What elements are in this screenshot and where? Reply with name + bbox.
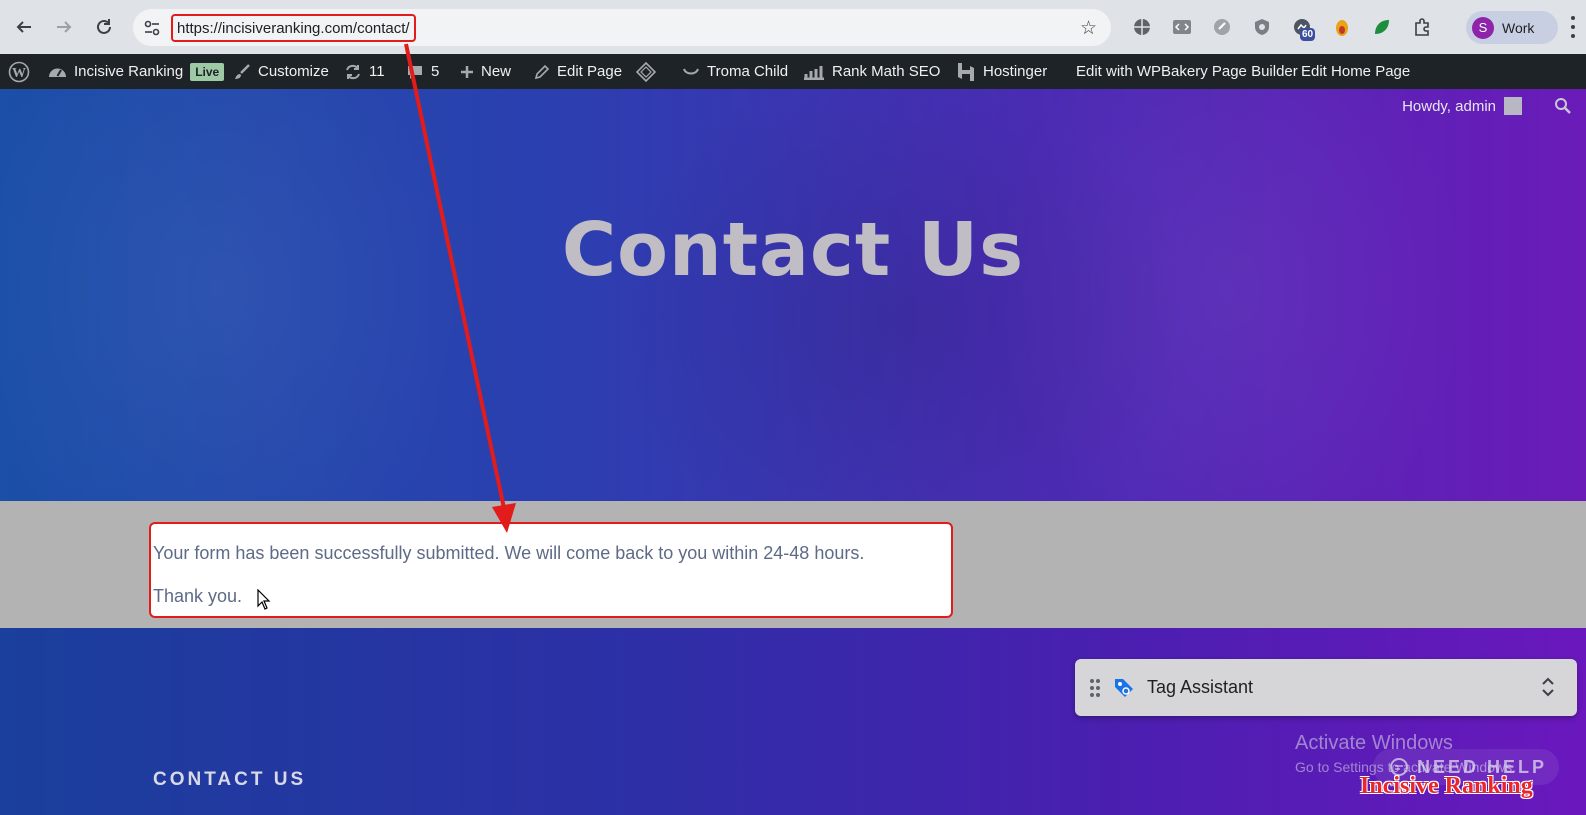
message-section: Your form has been successfully submitte…	[0, 501, 1586, 628]
profile-button[interactable]: S Work	[1466, 11, 1558, 44]
hostinger-label: Hostinger	[983, 63, 1048, 80]
expand-collapse-icon[interactable]	[1541, 677, 1555, 702]
url-text[interactable]: https://incisiveranking.com/contact/	[171, 14, 416, 42]
brush-icon	[235, 63, 250, 79]
live-badge: Live	[190, 62, 225, 81]
success-message-line: Your form has been successfully submitte…	[153, 543, 865, 563]
wp-admin-bar: W Incisive Ranking Live Customize 11 5 N…	[0, 54, 1586, 89]
profile-label: Work	[1502, 19, 1535, 36]
thank-you-line: Thank you.	[153, 586, 243, 606]
site-name: Incisive Ranking	[74, 63, 184, 80]
extension-shield-icon[interactable]	[1251, 16, 1273, 38]
extensions-puzzle-icon[interactable]	[1411, 16, 1433, 38]
extension-link-icon[interactable]	[1211, 16, 1233, 38]
wordpress-logo-icon[interactable]: W	[8, 54, 30, 89]
pencil-icon	[534, 64, 550, 79]
diamond-icon[interactable]	[636, 54, 656, 89]
site-name-link[interactable]: Incisive Ranking Live	[48, 54, 225, 89]
extension-flame-icon[interactable]	[1331, 16, 1353, 38]
browser-menu-icon[interactable]	[1568, 16, 1578, 38]
updates-link[interactable]: 11	[344, 54, 385, 89]
plus-icon	[461, 65, 473, 78]
customize-label: Customize	[258, 63, 329, 80]
reload-button[interactable]	[90, 13, 118, 41]
user-avatar	[1504, 97, 1522, 115]
back-button[interactable]	[10, 13, 38, 41]
address-bar[interactable]: https://incisiveranking.com/contact/ ☆	[133, 9, 1111, 46]
edit-home-link[interactable]: Edit Home Page	[1301, 54, 1410, 89]
updates-count: 11	[369, 63, 385, 80]
page-title: Contact Us	[561, 207, 1025, 293]
watermark-logo: Incisive Ranking	[1360, 773, 1533, 799]
comment-bubble-icon	[408, 65, 422, 79]
comments-count: 5	[431, 63, 440, 80]
rank-math-label: Rank Math SEO	[832, 63, 941, 80]
theme-link[interactable]: Troma Child	[682, 54, 788, 89]
search-icon[interactable]	[1554, 97, 1572, 120]
howdy-text: Howdy, admin	[1402, 97, 1496, 115]
smile-icon	[683, 68, 699, 74]
tag-assistant-label: Tag Assistant	[1147, 677, 1254, 697]
wpbakery-label: Edit with WPBakery Page Builder	[1076, 63, 1298, 80]
theme-label: Troma Child	[707, 63, 789, 80]
profile-avatar: S	[1472, 16, 1494, 39]
hero-background-image	[0, 89, 1586, 501]
back-arrow-icon	[16, 21, 31, 33]
forward-arrow-icon	[57, 21, 72, 33]
edit-page-link[interactable]: Edit Page	[534, 54, 622, 89]
browser-toolbar: https://incisiveranking.com/contact/ ☆ 6…	[0, 0, 1586, 54]
hostinger-link[interactable]: Hostinger	[956, 54, 1047, 89]
new-label: New	[481, 63, 512, 80]
extension-leaf-icon[interactable]	[1371, 16, 1393, 38]
bookmark-star-icon[interactable]: ☆	[1080, 17, 1097, 40]
hostinger-icon	[958, 62, 974, 81]
dashboard-gauge-icon	[49, 68, 66, 77]
extension-badge: 60	[1300, 28, 1316, 41]
footer-contact-heading: CONTACT US	[153, 769, 307, 790]
edit-page-label: Edit Page	[557, 63, 623, 80]
updates-icon	[346, 64, 360, 79]
edit-home-label: Edit Home Page	[1301, 63, 1411, 80]
footer-section: Tag Assistant Activate Windows Go to Set…	[0, 628, 1586, 815]
extension-globe-icon[interactable]	[1131, 16, 1153, 38]
account-menu[interactable]: Howdy, admin	[1402, 97, 1522, 115]
site-info-button[interactable]	[141, 17, 163, 39]
drag-handle-icon[interactable]	[1089, 678, 1101, 698]
mouse-cursor-icon	[257, 589, 271, 610]
rank-math-icon	[804, 65, 824, 80]
tag-assistant-icon	[1115, 678, 1133, 697]
customize-link[interactable]: Customize	[233, 54, 329, 89]
forward-button[interactable]	[50, 13, 78, 41]
tune-icon	[144, 20, 160, 36]
rank-math-link[interactable]: Rank Math SEO	[803, 54, 940, 89]
wpbakery-link[interactable]: Edit with WPBakery Page Builder	[1076, 54, 1298, 89]
new-content-link[interactable]: New	[460, 54, 511, 89]
reload-icon	[97, 19, 111, 34]
hero-banner: Howdy, admin Contact Us	[0, 89, 1586, 501]
comments-link[interactable]: 5	[406, 54, 439, 89]
tag-assistant-panel[interactable]: Tag Assistant	[1075, 659, 1577, 716]
svg-text:W: W	[12, 66, 26, 81]
extension-code-icon[interactable]	[1171, 16, 1193, 38]
